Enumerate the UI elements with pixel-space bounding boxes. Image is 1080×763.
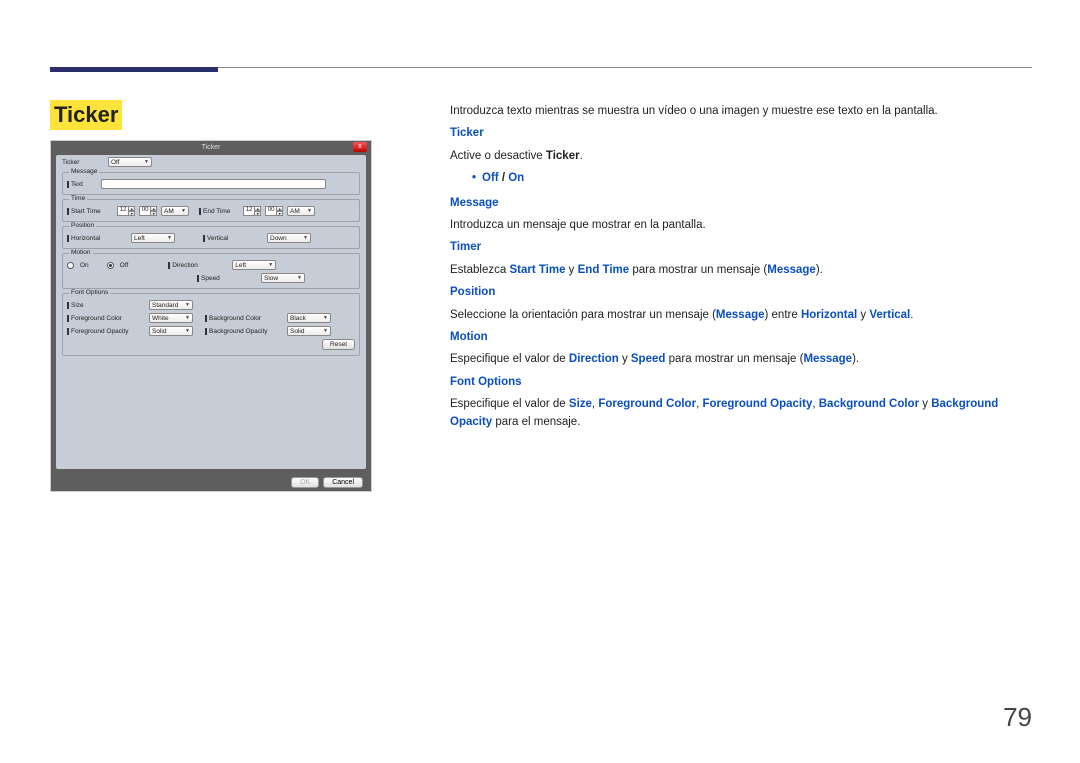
position-heading: Position <box>450 283 1028 301</box>
direction-label: Direction <box>172 262 198 269</box>
ok-button[interactable]: OK <box>291 477 319 488</box>
message-fieldset: Message <box>69 168 99 175</box>
reset-button[interactable]: Reset <box>322 339 355 350</box>
fg-color-select[interactable]: White▼ <box>149 313 193 323</box>
bg-opacity-label: Background Opacity <box>209 328 268 335</box>
end-hour-stepper[interactable]: 12▴▾ <box>243 206 261 216</box>
start-min-stepper[interactable]: 00▴▾ <box>139 206 157 216</box>
intro-text: Introduzca texto mientras se muestra un … <box>450 102 1028 120</box>
off-label: Off <box>120 262 129 269</box>
bg-opacity-select[interactable]: Solid▼ <box>287 326 331 336</box>
section-heading: Ticker <box>50 100 122 130</box>
direction-select[interactable]: Left▼ <box>232 260 276 270</box>
position-fieldset: Position <box>69 222 96 229</box>
position-desc: Seleccione la orientación para mostrar u… <box>450 306 1028 324</box>
font-options-desc: Especifique el valor de Size, Foreground… <box>450 395 1028 432</box>
motion-off-radio[interactable] <box>107 262 114 269</box>
horizontal-select[interactable]: Left▼ <box>131 233 175 243</box>
end-time-label: End Time <box>203 208 230 215</box>
page-number: 79 <box>1003 702 1032 733</box>
bg-color-select[interactable]: Black▼ <box>287 313 331 323</box>
message-heading: Message <box>450 194 1028 212</box>
on-label: On <box>80 262 89 269</box>
motion-fieldset: Motion <box>69 249 93 256</box>
size-label: Size <box>71 302 84 309</box>
size-select[interactable]: Standard▼ <box>149 300 193 310</box>
ticker-label: Ticker <box>62 159 104 166</box>
font-options-heading: Font Options <box>450 373 1028 391</box>
text-label: Text <box>71 181 83 188</box>
ticker-select[interactable]: Off▼ <box>108 157 152 167</box>
motion-desc: Especifique el valor de Direction y Spee… <box>450 350 1028 368</box>
start-time-label: Start Time <box>71 208 101 215</box>
font-options-fieldset: Font Options <box>69 289 110 296</box>
cancel-button[interactable]: Cancel <box>323 477 363 488</box>
end-min-stepper[interactable]: 00▴▾ <box>265 206 283 216</box>
speed-select[interactable]: Slow▼ <box>261 273 305 283</box>
motion-heading: Motion <box>450 328 1028 346</box>
fg-opacity-select[interactable]: Solid▼ <box>149 326 193 336</box>
header-accent <box>50 67 218 72</box>
start-ampm-select[interactable]: AM▼ <box>161 206 189 216</box>
off-on-option: •Off / On <box>450 169 1028 187</box>
end-ampm-select[interactable]: AM▼ <box>287 206 315 216</box>
fg-opacity-label: Foreground Opacity <box>71 328 128 335</box>
vertical-select[interactable]: Down▼ <box>267 233 311 243</box>
timer-desc: Establezca Start Time y End Time para mo… <box>450 261 1028 279</box>
time-fieldset: Time <box>69 195 87 202</box>
message-desc: Introduzca un mensaje que mostrar en la … <box>450 216 1028 234</box>
timer-heading: Timer <box>450 238 1028 256</box>
ticker-dialog-screenshot: Ticker x Ticker Off▼ Message Text Time S… <box>50 140 372 492</box>
motion-on-radio[interactable] <box>67 262 74 269</box>
close-icon[interactable]: x <box>353 142 367 152</box>
ticker-heading: Ticker <box>450 124 1028 142</box>
horizontal-label: Horizontal <box>71 235 100 242</box>
ticker-desc: Active o desactive Ticker. <box>450 147 1028 165</box>
dialog-title: Ticker <box>51 144 371 151</box>
vertical-label: Vertical <box>207 235 228 242</box>
start-hour-stepper[interactable]: 12▴▾ <box>117 206 135 216</box>
speed-label: Speed <box>201 275 220 282</box>
message-input[interactable] <box>101 179 326 189</box>
fg-color-label: Foreground Color <box>71 315 122 322</box>
bg-color-label: Background Color <box>209 315 261 322</box>
description-column: Introduzca texto mientras se muestra un … <box>450 102 1028 436</box>
